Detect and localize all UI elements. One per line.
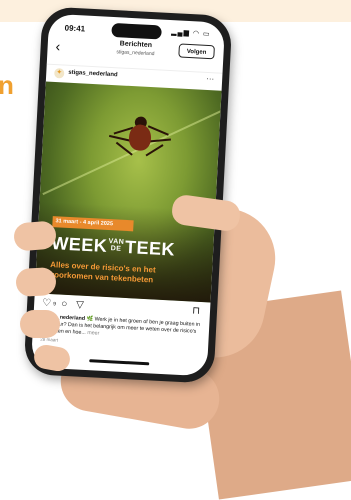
title-small-de: DE [110,245,122,253]
brand-logo-icon: ✦ [56,69,63,77]
finger [20,310,60,338]
tick-body [128,123,152,152]
more-options-icon[interactable]: ··· [206,74,214,83]
title-part-week: WEEK [50,233,108,256]
status-icons: ▂▄▆ ◠ ▭ [171,29,211,39]
share-icon[interactable]: ▽ [76,299,84,310]
dynamic-island [111,22,162,40]
title-small-words: VAN DE [108,238,124,253]
post-username[interactable]: stigas_nederland [68,70,118,79]
home-indicator[interactable] [89,359,150,366]
finger [15,266,57,298]
heart-icon[interactable]: ♡ [42,298,52,309]
follow-button[interactable]: Volgen [178,43,215,60]
comment-icon[interactable]: ○ [61,299,68,310]
tick-leg [148,125,169,136]
bookmark-icon[interactable]: ⊓ [192,306,200,317]
phone-screen: 09:41 ▂▄▆ ◠ ▭ ‹ Berichten stigas_nederla… [30,13,226,377]
background-letter: n [0,70,14,100]
like-count[interactable]: 9 [53,301,56,307]
post-image[interactable]: 31 maart - 4 april 2025 WEEKVAN DE TEEK Al… [34,81,222,303]
caption-more-link[interactable]: meer [86,330,99,337]
title-part-teek: TEEK [124,236,176,260]
avatar[interactable]: ✦ [54,67,65,79]
status-time: 09:41 [64,23,86,34]
